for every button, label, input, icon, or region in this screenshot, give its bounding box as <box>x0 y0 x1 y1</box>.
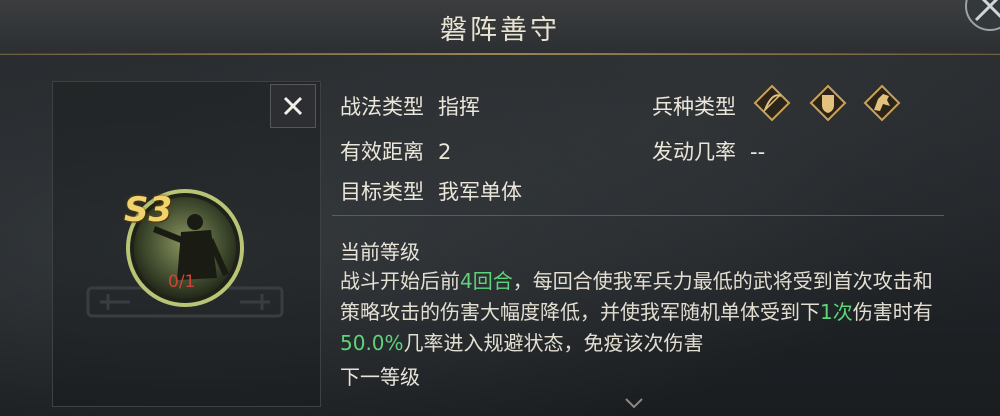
range-row: 有效距离 2 <box>340 136 451 166</box>
skill-type-label: 战法类型 <box>340 95 424 119</box>
trigger-rate-row: 发动几率 -- <box>652 136 765 166</box>
skill-description: 战斗开始后前4回合，每回合使我军兵力最低的武将受到首次攻击和策略攻击的伤害大幅度… <box>340 266 940 359</box>
next-level-title: 下一等级 <box>340 365 420 389</box>
shield-infantry-icon <box>809 84 847 122</box>
trigger-rate-value: -- <box>750 140 766 164</box>
target-label: 目标类型 <box>340 180 424 204</box>
skill-type-value: 指挥 <box>438 95 480 119</box>
desc-part-1: 战斗开始后前 <box>340 269 460 293</box>
trigger-rate-label: 发动几率 <box>652 140 736 164</box>
skill-count: 0/1 <box>168 272 196 292</box>
current-level-title: 当前等级 <box>340 240 420 264</box>
troop-type-label: 兵种类型 <box>652 95 736 119</box>
bow-cavalry-icon <box>753 84 791 122</box>
horse-cavalry-icon <box>863 84 901 122</box>
target-value: 我军单体 <box>438 180 522 204</box>
grade-badge: S3 <box>124 190 173 230</box>
skill-title: 磐阵善守 <box>440 15 560 46</box>
title-bar: 磐阵善守 <box>0 0 1000 55</box>
desc-part-3: 伤害时有 <box>852 300 933 324</box>
range-value: 2 <box>438 140 452 164</box>
target-row: 目标类型 我军单体 <box>340 176 522 206</box>
chevron-down-icon[interactable] <box>624 396 644 410</box>
troop-type-row: 兵种类型 <box>652 91 736 121</box>
close-emblem-icon[interactable] <box>962 0 1000 34</box>
range-label: 有效距离 <box>340 140 424 164</box>
section-divider <box>332 215 944 216</box>
skill-type-row: 战法类型 指挥 <box>340 91 480 121</box>
close-icon <box>283 96 303 116</box>
header-divider <box>0 53 1000 55</box>
desc-highlight-rate: 50.0% <box>340 331 404 355</box>
desc-highlight-rounds: 4回合 <box>460 269 513 293</box>
desc-highlight-times: 1次 <box>820 300 853 324</box>
close-button[interactable] <box>270 84 316 128</box>
desc-part-4: 几率进入规避状态，免疫该次伤害 <box>403 331 704 355</box>
troop-icons <box>753 84 901 122</box>
